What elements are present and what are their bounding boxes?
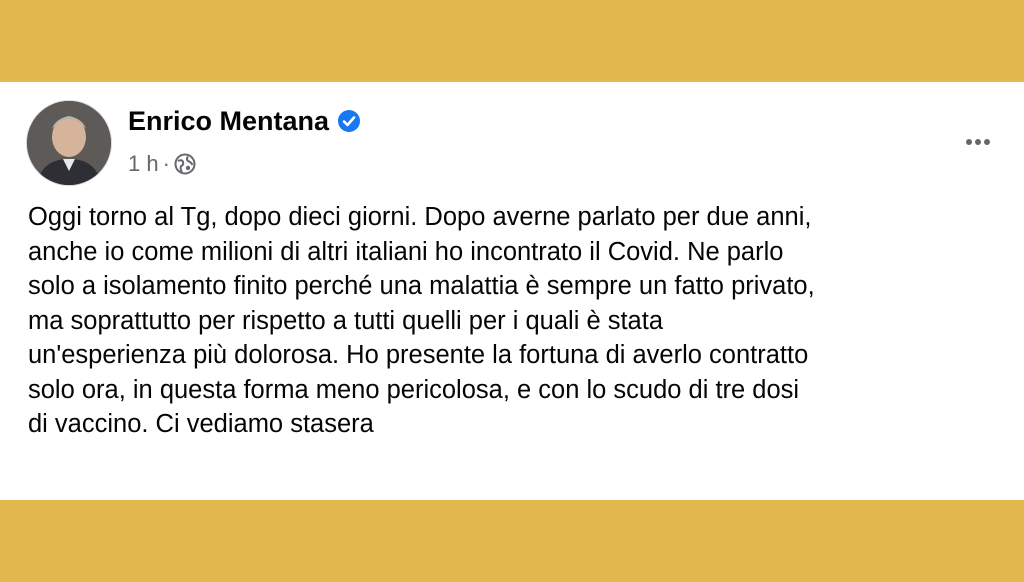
post-timestamp[interactable]: 1 h	[128, 150, 159, 178]
post-card: Enrico Mentana 1 h · Oggi torno al Tg, d…	[0, 82, 1024, 500]
avatar-photo-icon	[27, 101, 111, 185]
author-row: Enrico Mentana	[128, 104, 361, 138]
post-text-line: solo a isolamento finito perché una mala…	[28, 272, 815, 300]
author-name[interactable]: Enrico Mentana	[128, 104, 329, 138]
post-text-line: anche io come milioni di altri italiani …	[28, 237, 784, 266]
more-options-icon[interactable]	[960, 124, 996, 160]
post-text-line: ma soprattutto per rispetto a tutti quel…	[28, 306, 664, 335]
post-text-line: solo ora, in questa forma meno pericolos…	[28, 375, 800, 404]
verified-badge-icon	[337, 109, 361, 133]
meta-separator: ·	[162, 151, 170, 176]
author-avatar[interactable]	[26, 100, 112, 186]
post-body: Oggi torno al Tg, dopo dieci giorni. Dop…	[28, 200, 1013, 442]
post-text-line: Oggi torno al Tg, dopo dieci giorni. Dop…	[28, 203, 812, 231]
post-text-line: un'esperienza più dolorosa. Ho presente …	[28, 341, 809, 369]
globe-icon	[174, 153, 196, 175]
post-meta: 1 h ·	[128, 150, 196, 178]
post-text-line: di vaccino. Ci vediamo stasera	[28, 410, 374, 438]
